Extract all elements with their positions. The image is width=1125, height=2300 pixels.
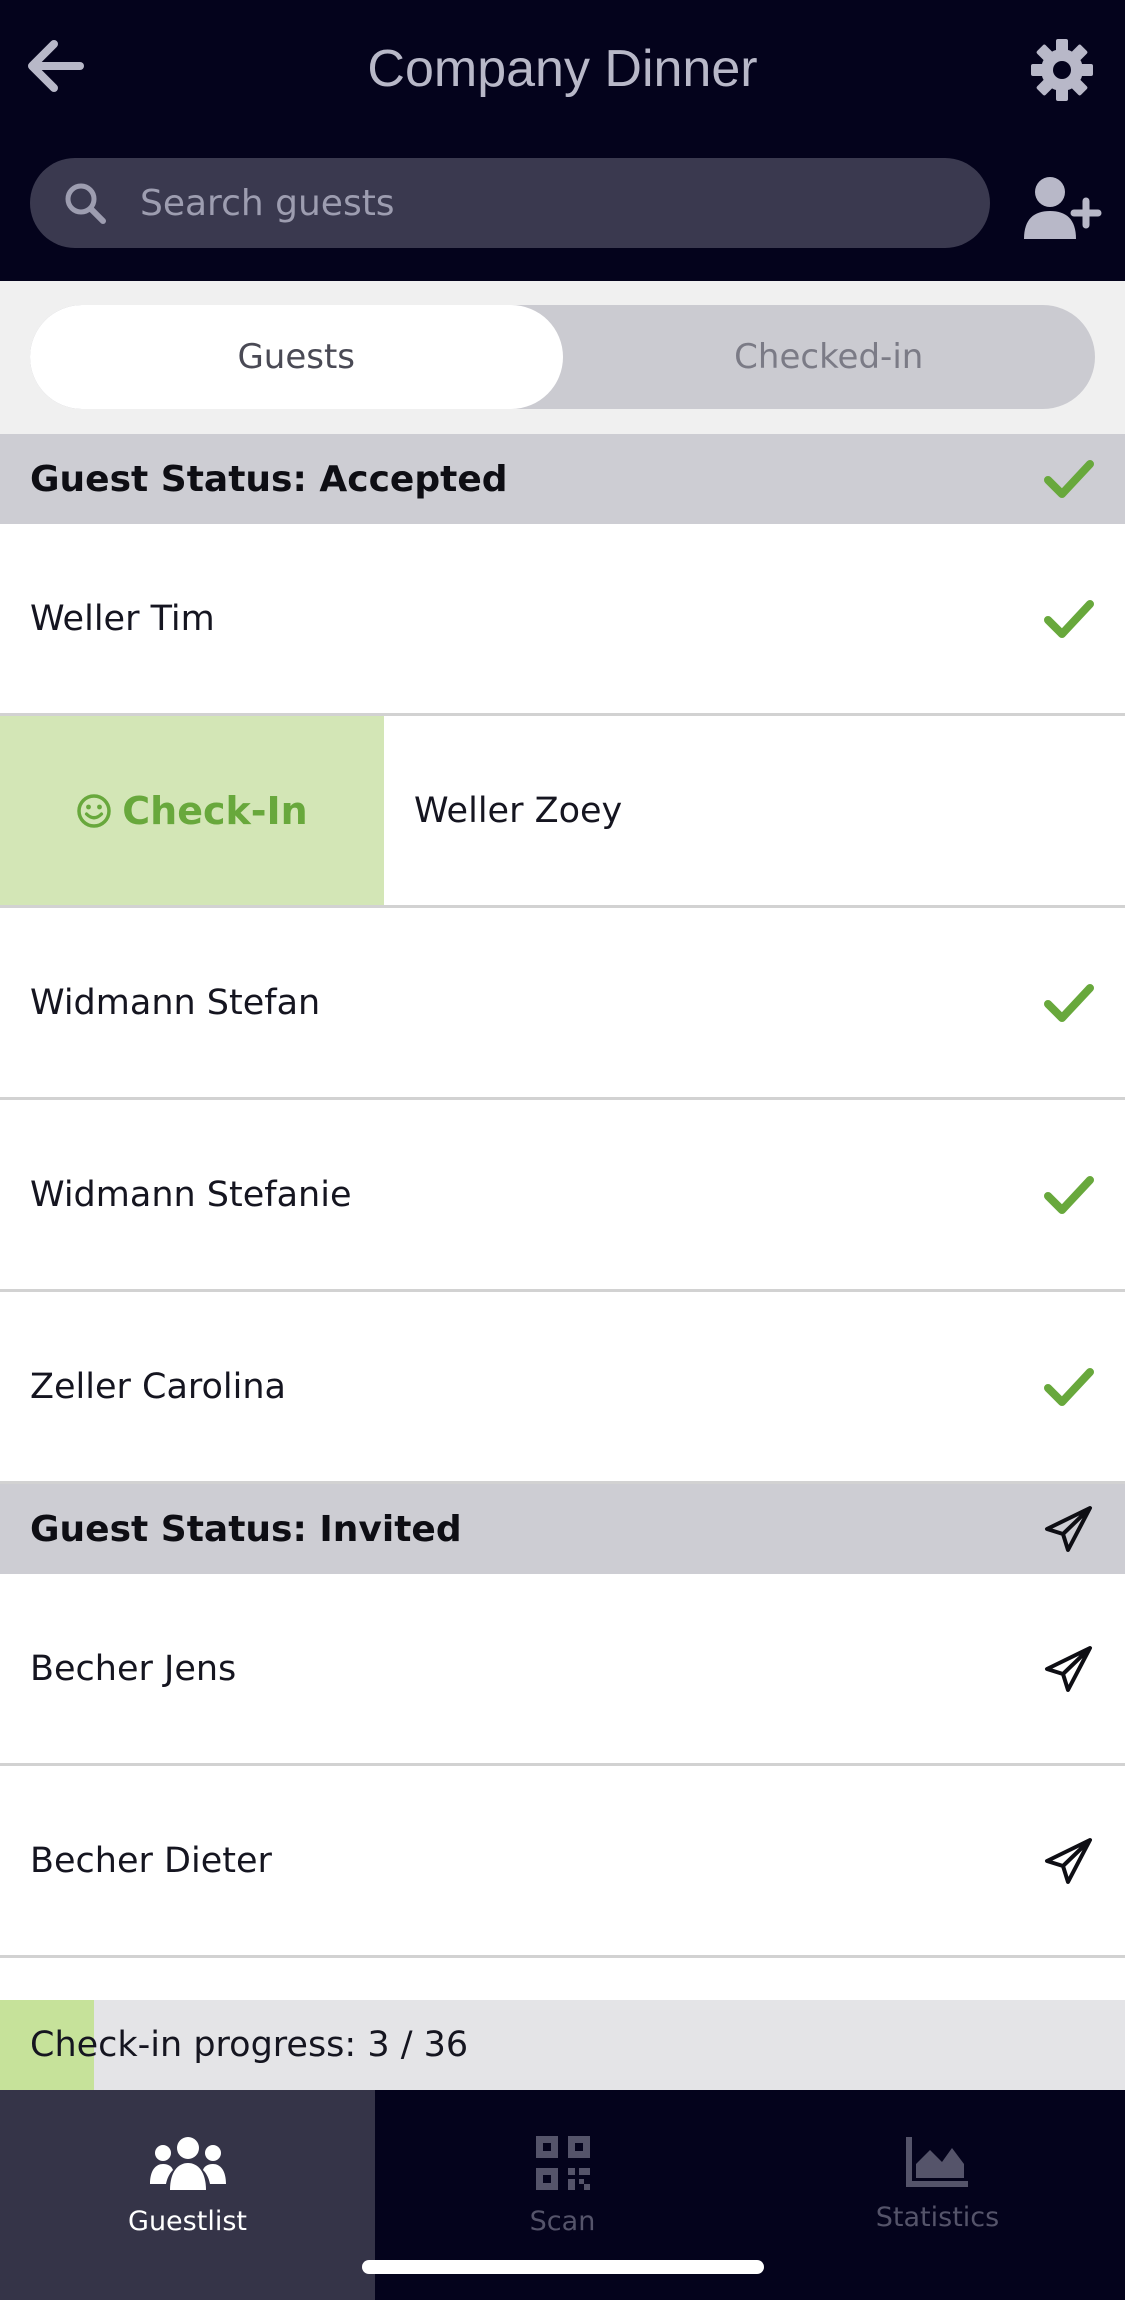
nav-label: Statistics bbox=[875, 2202, 1000, 2233]
nav-statistics[interactable]: Statistics bbox=[750, 2090, 1125, 2300]
section-label: Guest Status: Accepted bbox=[30, 458, 508, 500]
qr-code-icon bbox=[535, 2136, 590, 2190]
area-chart-icon bbox=[905, 2137, 968, 2187]
smile-icon bbox=[77, 793, 111, 828]
check-in-progress-bar: Check-in progress: 3 / 36 bbox=[0, 2000, 1125, 2090]
section-label: Guest Status: Invited bbox=[30, 1508, 462, 1550]
guest-name: Zeller Carolina bbox=[30, 1366, 287, 1407]
guest-name: Weller Zoey bbox=[414, 790, 623, 831]
tab-bar: Guests Checked-in bbox=[0, 281, 1125, 434]
check-in-label: Check-In bbox=[122, 788, 308, 833]
guest-row[interactable]: Becher Jens bbox=[0, 1574, 1125, 1766]
app-header: Company Dinner bbox=[0, 0, 1125, 281]
paper-plane-icon bbox=[1041, 1641, 1097, 1697]
guest-name: Becher Dieter bbox=[30, 1840, 272, 1881]
tab-guests[interactable]: Guests bbox=[30, 305, 563, 409]
gear-icon bbox=[1031, 39, 1093, 101]
home-indicator[interactable] bbox=[362, 2260, 764, 2274]
section-header-invited: Guest Status: Invited bbox=[0, 1484, 1125, 1574]
guest-name: Widmann Stefanie bbox=[30, 1174, 352, 1215]
segmented-control: Guests Checked-in bbox=[30, 305, 1095, 409]
user-plus-icon bbox=[1024, 177, 1102, 239]
checkmark-icon bbox=[1041, 451, 1097, 507]
search-bar[interactable] bbox=[30, 158, 990, 248]
search-input[interactable] bbox=[140, 182, 960, 224]
page-title: Company Dinner bbox=[367, 40, 758, 98]
paper-plane-icon bbox=[1041, 1501, 1097, 1557]
tab-checked-in[interactable]: Checked-in bbox=[563, 305, 1096, 409]
guest-name: Widmann Stefan bbox=[30, 982, 321, 1023]
guest-name: Becher Jens bbox=[30, 1648, 237, 1689]
checkmark-icon bbox=[1041, 975, 1097, 1031]
search-icon bbox=[30, 158, 140, 248]
checkmark-icon bbox=[1041, 1167, 1097, 1223]
paper-plane-icon bbox=[1041, 1833, 1097, 1889]
progress-text: Check-in progress: 3 / 36 bbox=[30, 2025, 469, 2065]
users-icon bbox=[149, 2137, 226, 2190]
checkmark-icon bbox=[1041, 1359, 1097, 1415]
guest-row[interactable]: Zeller Carolina bbox=[0, 1292, 1125, 1484]
checkmark-icon bbox=[1041, 591, 1097, 647]
settings-button[interactable] bbox=[1022, 32, 1102, 108]
nav-label: Guestlist bbox=[128, 2206, 247, 2237]
nav-guestlist[interactable]: Guestlist bbox=[0, 2090, 375, 2300]
guest-name: Weller Tim bbox=[30, 598, 215, 639]
guest-row[interactable]: Becher Dieter bbox=[0, 1766, 1125, 1958]
guest-row[interactable]: Weller Tim bbox=[0, 524, 1125, 716]
guest-list: Guest Status: Accepted Weller Tim Check-… bbox=[0, 434, 1125, 1958]
check-in-button[interactable]: Check-In bbox=[0, 716, 384, 905]
guest-row[interactable]: Widmann Stefanie bbox=[0, 1100, 1125, 1292]
section-header-accepted: Guest Status: Accepted bbox=[0, 434, 1125, 524]
add-guest-button[interactable] bbox=[1012, 172, 1112, 244]
guest-row[interactable]: Widmann Stefan bbox=[0, 908, 1125, 1100]
arrow-left-icon bbox=[28, 40, 84, 92]
nav-label: Scan bbox=[529, 2206, 596, 2237]
back-button[interactable] bbox=[20, 30, 92, 102]
guest-row[interactable]: Check-In Weller Zoey bbox=[0, 716, 1125, 908]
